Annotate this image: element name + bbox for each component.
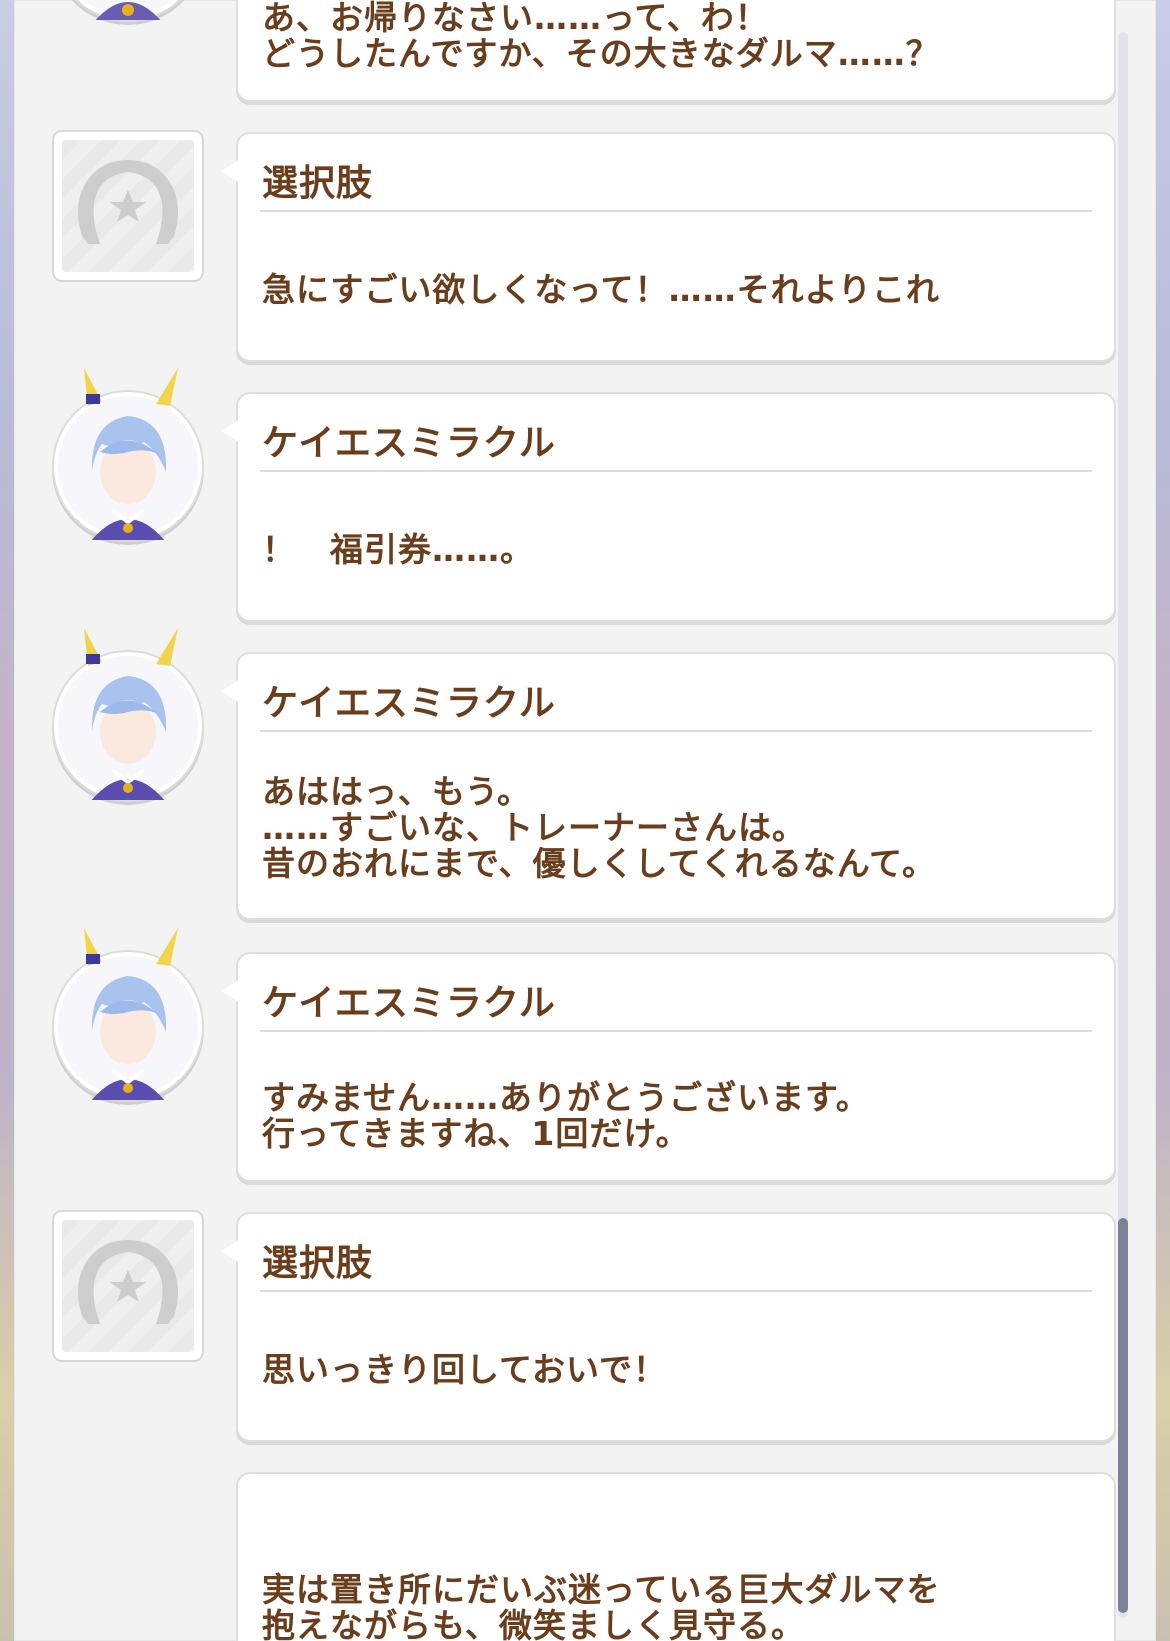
horseshoe-star-icon [78,1240,178,1324]
character-avatar [52,390,204,542]
scrollbar-thumb[interactable] [1118,1218,1128,1613]
narration-bubble: 実は置き所にだいぶ迷っている巨大ダルマを 抱えながらも、微笑ましく見守る。 [236,1472,1116,1641]
ears-icon [84,628,178,666]
horseshoe-star-icon [78,160,178,244]
character-portrait-icon [83,0,173,20]
message-bubble: ケイエスミラクル あははっ、もう。 ……すごいな、トレーナーさんは。 昔のおれに… [222,652,1116,920]
speaker-name: 選択肢 [262,163,374,204]
divider [260,1030,1092,1032]
character-portrait-icon [58,396,198,540]
speaker-name: ケイエスミラクル [262,983,556,1024]
message-text: 思いっきり回しておいで！ [262,1350,668,1389]
divider [260,470,1092,472]
character-portrait-icon [58,656,198,800]
message-text: 実は置き所にだいぶ迷っている巨大ダルマを 抱えながらも、微笑ましく見守る。 [262,1570,941,1641]
character-avatar [52,650,204,802]
message-bubble: 選択肢 急にすごい欲しくなって！……それよりこれ [222,132,1116,362]
message-text: 急にすごい欲しくなって！……それよりこれ [262,270,941,309]
story-log-panel: あ、お帰りなさい……って、わ！ どうしたんですか、その大きなダルマ……？ 選択肢… [14,0,1156,1641]
message-bubble: 選択肢 思いっきり回しておいで！ [222,1212,1116,1442]
speaker-name: ケイエスミラクル [262,423,556,464]
ears-icon [84,368,178,406]
message-bubble: あ、お帰りなさい……って、わ！ どうしたんですか、その大きなダルマ……？ [236,0,1116,102]
ears-icon [84,928,178,966]
speaker-name: 選択肢 [262,1243,374,1284]
message-text: あ、お帰りなさい……って、わ！ どうしたんですか、その大きなダルマ……？ [262,0,940,73]
speaker-name: ケイエスミラクル [262,683,556,724]
message-text: ！ 福引券……。 [262,530,534,569]
divider [260,1290,1092,1292]
character-avatar [52,950,204,1102]
character-avatar [52,0,204,22]
message-bubble: ケイエスミラクル ！ 福引券……。 [222,392,1116,622]
choice-avatar [52,130,204,282]
choice-avatar [52,1210,204,1362]
message-text: すみません……ありがとうございます。 行ってきますね、1回だけ。 [262,1078,870,1153]
divider [260,730,1092,732]
message-bubble: ケイエスミラクル すみません……ありがとうございます。 行ってきますね、1回だけ… [222,952,1116,1182]
scrollbar[interactable] [1118,32,1128,1618]
character-portrait-icon [58,956,198,1100]
divider [260,210,1092,212]
message-text: あははっ、もう。 ……すごいな、トレーナーさんは。 昔のおれにまで、優しくしてく… [262,772,937,883]
